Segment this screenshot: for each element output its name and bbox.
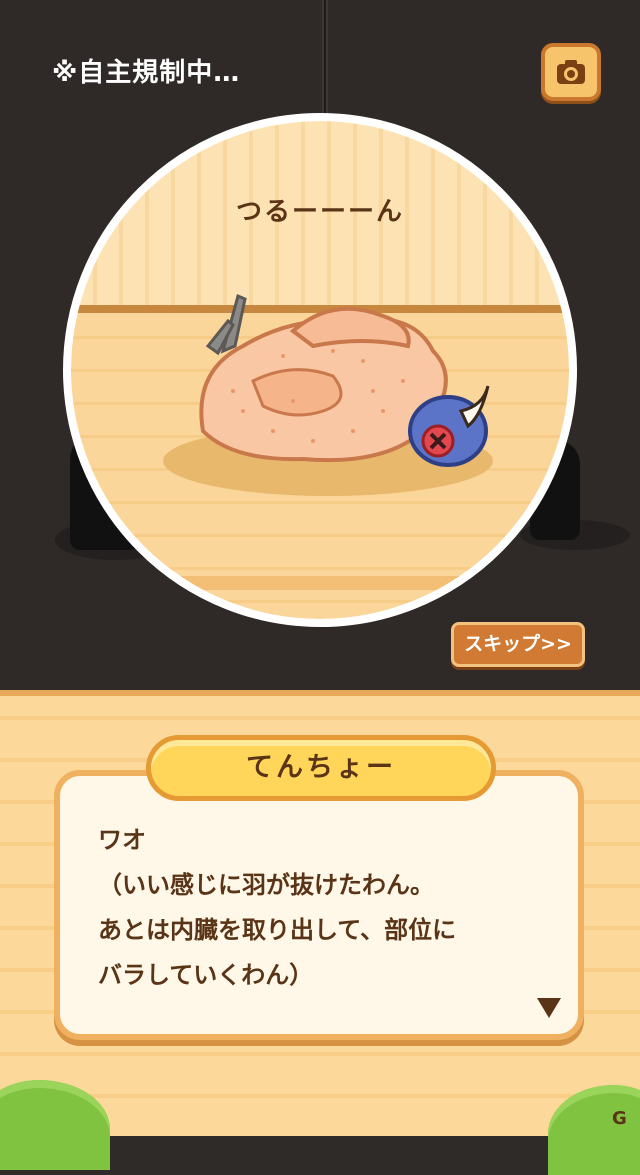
story-scene: ※自主規制中… つるーーーん スキップ>> (0, 0, 640, 690)
dialog-text: ワオ （いい感じに羽が抜けたわん。 あとは内臓を取り出して、部位に バラしていく… (98, 826, 457, 989)
watermark-logo: G (612, 1108, 627, 1129)
sound-effect-text: つるーーーん (235, 197, 404, 227)
camera-button[interactable] (541, 43, 601, 101)
triangle-down-icon[interactable] (537, 998, 561, 1018)
speaker-name: てんちょー (246, 752, 396, 783)
floor-strip (71, 576, 569, 590)
skip-button[interactable]: スキップ>> (451, 622, 585, 667)
speaker-nameplate: てんちょー (146, 735, 496, 801)
hanging-rope (322, 0, 328, 130)
focus-circle: つるーーーん (63, 113, 577, 627)
plucked-chicken-illustration (199, 293, 490, 467)
camera-icon (557, 60, 585, 84)
censor-notice: ※自主規制中… (52, 58, 241, 88)
